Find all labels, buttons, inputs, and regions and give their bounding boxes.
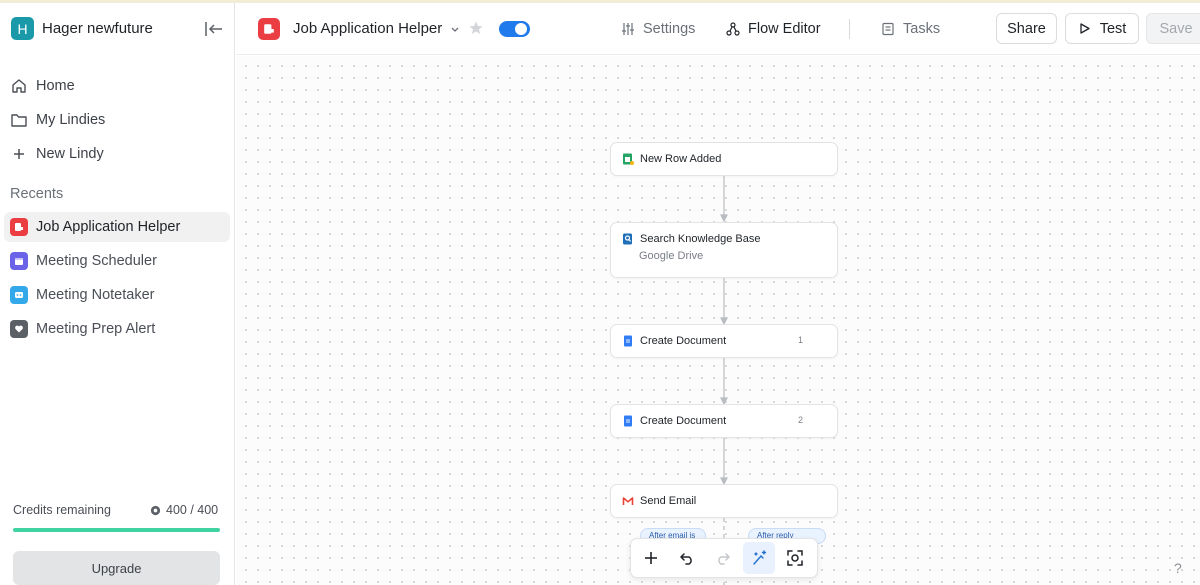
share-button-label: Share bbox=[1007, 20, 1046, 37]
tab-settings[interactable]: Settings bbox=[621, 19, 695, 39]
credits-progress-bar bbox=[13, 528, 220, 532]
agent-icon bbox=[10, 218, 28, 236]
help-button[interactable]: ? bbox=[1174, 560, 1182, 576]
sliders-icon bbox=[622, 23, 634, 35]
header-divider bbox=[849, 19, 850, 39]
home-icon bbox=[12, 79, 26, 93]
credits-value-text: 400 / 400 bbox=[166, 503, 219, 517]
collapse-sidebar-icon[interactable] bbox=[204, 20, 224, 38]
chevron-down-icon bbox=[451, 27, 459, 32]
nav-my-lindies[interactable]: My Lindies bbox=[10, 106, 225, 134]
flow-icon bbox=[726, 22, 740, 36]
node-label: Create Document bbox=[640, 415, 727, 427]
tidy-layout-button[interactable] bbox=[743, 542, 775, 574]
top-bar: Job Application Helper Settings Flow Edi… bbox=[236, 3, 1200, 55]
tab-tasks[interactable]: Tasks bbox=[881, 19, 940, 39]
flow-canvas[interactable]: New Row Added Search Knowledge Base Goog… bbox=[236, 56, 1200, 585]
agent-enabled-toggle[interactable] bbox=[499, 21, 530, 37]
recent-item-job-application-helper[interactable]: Job Application Helper bbox=[4, 212, 230, 242]
workspace-avatar: H bbox=[11, 17, 34, 40]
recent-item-label: Meeting Prep Alert bbox=[36, 321, 156, 337]
node-badge: 1 bbox=[797, 335, 803, 345]
undo-button[interactable] bbox=[671, 542, 703, 574]
recent-item-label: Job Application Helper bbox=[36, 219, 181, 235]
star-icon[interactable] bbox=[468, 20, 484, 36]
focus-icon bbox=[787, 550, 803, 566]
test-button[interactable]: Test bbox=[1065, 13, 1139, 44]
workspace-switcher[interactable]: H Hager newfuture bbox=[11, 17, 153, 40]
agent-title: Job Application Helper bbox=[293, 20, 443, 37]
flow-node-search-knowledge-base[interactable]: Search Knowledge Base Google Drive bbox=[610, 222, 838, 278]
calendar-icon bbox=[10, 252, 28, 270]
node-label: New Row Added bbox=[640, 153, 722, 165]
node-sublabel: Google Drive bbox=[639, 250, 704, 262]
flow-node-create-document-1[interactable]: Create Document 1 bbox=[610, 324, 838, 358]
recents-heading: Recents bbox=[10, 186, 64, 202]
heart-icon bbox=[10, 320, 28, 338]
nav-my-lindies-label: My Lindies bbox=[36, 112, 106, 128]
tab-tasks-label: Tasks bbox=[903, 21, 941, 37]
tab-settings-label: Settings bbox=[643, 21, 696, 37]
sidebar: H Hager newfuture Home My Lindies New Li… bbox=[0, 3, 235, 585]
nav-home-label: Home bbox=[36, 78, 75, 94]
google-docs-icon bbox=[624, 415, 632, 427]
node-label: Create Document bbox=[640, 335, 727, 347]
agent-title-dropdown[interactable]: Job Application Helper bbox=[293, 20, 460, 37]
credits-value: 400 / 400 bbox=[150, 503, 218, 517]
recent-item-meeting-scheduler[interactable]: Meeting Scheduler bbox=[4, 246, 230, 276]
plus-icon bbox=[14, 149, 24, 159]
google-sheets-icon bbox=[623, 153, 634, 165]
recent-item-meeting-notetaker[interactable]: Meeting Notetaker bbox=[4, 280, 230, 310]
flow-node-create-document-2[interactable]: Create Document 2 bbox=[610, 404, 838, 438]
save-button-label: Save bbox=[1159, 20, 1193, 37]
notetaker-icon bbox=[10, 286, 28, 304]
node-label: Search Knowledge Base bbox=[640, 233, 761, 245]
save-button[interactable]: Save bbox=[1146, 13, 1200, 44]
tab-flow-editor-label: Flow Editor bbox=[748, 21, 821, 37]
google-docs-icon bbox=[624, 335, 632, 347]
add-icon bbox=[645, 552, 657, 564]
credits-label: Credits remaining bbox=[13, 503, 111, 517]
node-label: Send Email bbox=[640, 495, 697, 507]
credits-icon bbox=[150, 505, 161, 515]
play-icon bbox=[1080, 23, 1090, 34]
redo-button[interactable] bbox=[707, 542, 739, 574]
nav-new-lindy-label: New Lindy bbox=[36, 146, 104, 162]
flow-node-new-row-added[interactable]: New Row Added bbox=[610, 142, 838, 176]
magic-tidy-icon bbox=[753, 550, 767, 565]
recent-item-meeting-prep-alert[interactable]: Meeting Prep Alert bbox=[4, 314, 230, 344]
node-badge: 2 bbox=[797, 415, 803, 425]
undo-icon bbox=[680, 553, 692, 565]
flow-node-send-email[interactable]: Send Email bbox=[610, 484, 838, 518]
focus-view-button[interactable] bbox=[779, 542, 811, 574]
nav-home[interactable]: Home bbox=[10, 72, 225, 100]
recent-item-label: Meeting Notetaker bbox=[36, 287, 155, 303]
tasks-icon bbox=[882, 22, 894, 36]
connector-arrow bbox=[720, 214, 728, 223]
share-button[interactable]: Share bbox=[996, 13, 1057, 44]
add-step-button[interactable] bbox=[635, 542, 667, 574]
gmail-icon bbox=[622, 497, 634, 505]
knowledge-base-icon bbox=[623, 233, 632, 245]
test-button-label: Test bbox=[1099, 20, 1127, 37]
nav-new-lindy[interactable]: New Lindy bbox=[10, 140, 225, 168]
canvas-toolbar bbox=[630, 538, 818, 578]
workspace-name: Hager newfuture bbox=[42, 20, 153, 37]
tab-flow-editor[interactable]: Flow Editor bbox=[726, 19, 821, 39]
agent-icon bbox=[258, 18, 280, 40]
redo-icon bbox=[718, 553, 730, 565]
folder-icon bbox=[11, 114, 27, 127]
recent-item-label: Meeting Scheduler bbox=[36, 253, 157, 269]
credits-progress-fill bbox=[13, 528, 220, 532]
upgrade-button[interactable]: Upgrade bbox=[13, 551, 220, 585]
